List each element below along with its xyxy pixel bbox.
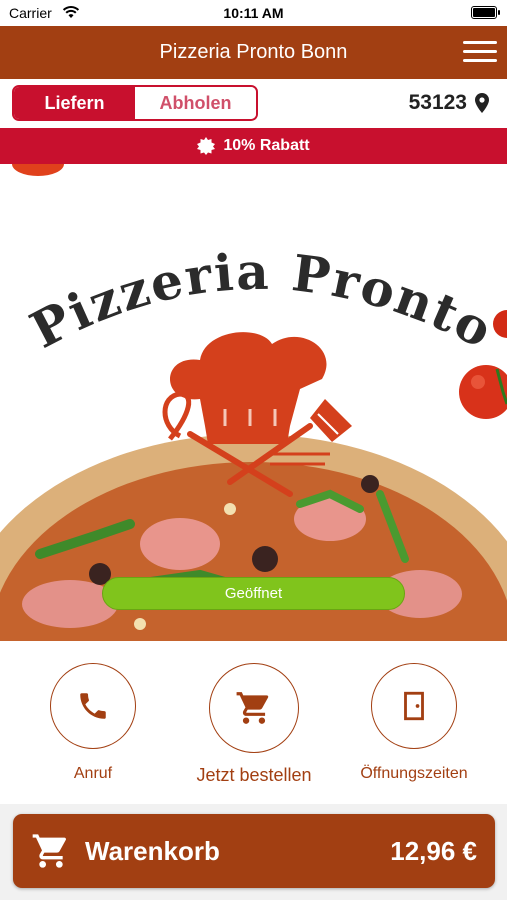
hamburger-menu-icon[interactable] xyxy=(463,39,497,65)
location-pin-icon xyxy=(475,93,489,113)
ios-status-bar: Carrier 10:11 AM xyxy=(0,0,507,26)
quick-actions: Anruf Jetzt bestellen Öffnungszeiten xyxy=(0,641,507,804)
mode-pickup-button[interactable]: Abholen xyxy=(135,87,256,119)
hero-banner: Pizzeria Pronto Geöffnet xyxy=(0,164,507,641)
cart-label: Warenkorb xyxy=(85,835,220,866)
badge-icon xyxy=(197,137,216,155)
order-now-button[interactable]: Jetzt bestellen xyxy=(184,663,324,786)
cart-icon xyxy=(236,692,269,724)
page-title: Pizzeria Pronto Bonn xyxy=(159,41,348,63)
discount-text: 10% Rabatt xyxy=(223,137,310,154)
cart-icon xyxy=(32,834,66,868)
opening-hours-label: Öffnungszeiten xyxy=(360,765,468,782)
delivery-mode-toggle: Liefern Abholen xyxy=(12,85,258,121)
order-circle xyxy=(209,663,299,753)
phone-icon xyxy=(80,693,106,719)
cart-total: 12,96 € xyxy=(390,835,477,866)
hours-circle xyxy=(371,663,457,749)
call-circle xyxy=(50,663,136,749)
call-label: Anruf xyxy=(73,765,113,782)
order-now-label: Jetzt bestellen xyxy=(196,765,312,785)
mode-deliver-button[interactable]: Liefern xyxy=(14,87,135,119)
pizza-illustration: Pizzeria Pronto xyxy=(0,164,507,641)
call-button[interactable]: Anruf xyxy=(23,663,163,783)
clock: 10:11 AM xyxy=(223,5,284,21)
battery-icon xyxy=(471,6,500,19)
open-status-badge[interactable]: Geöffnet xyxy=(102,577,405,610)
zip-code: 53123 xyxy=(408,91,467,114)
cart-button[interactable]: Warenkorb 12,96 € xyxy=(13,814,495,888)
zip-code-selector[interactable]: 53123 xyxy=(409,91,489,115)
app-header: Pizzeria Pronto Bonn xyxy=(0,26,507,79)
door-icon xyxy=(404,691,424,721)
opening-hours-button[interactable]: Öffnungszeiten xyxy=(344,663,484,783)
delivery-bar: Liefern Abholen 53123 xyxy=(0,79,507,128)
discount-banner[interactable]: 10% Rabatt xyxy=(0,128,507,164)
cart-footer: Warenkorb 12,96 € xyxy=(0,804,507,900)
